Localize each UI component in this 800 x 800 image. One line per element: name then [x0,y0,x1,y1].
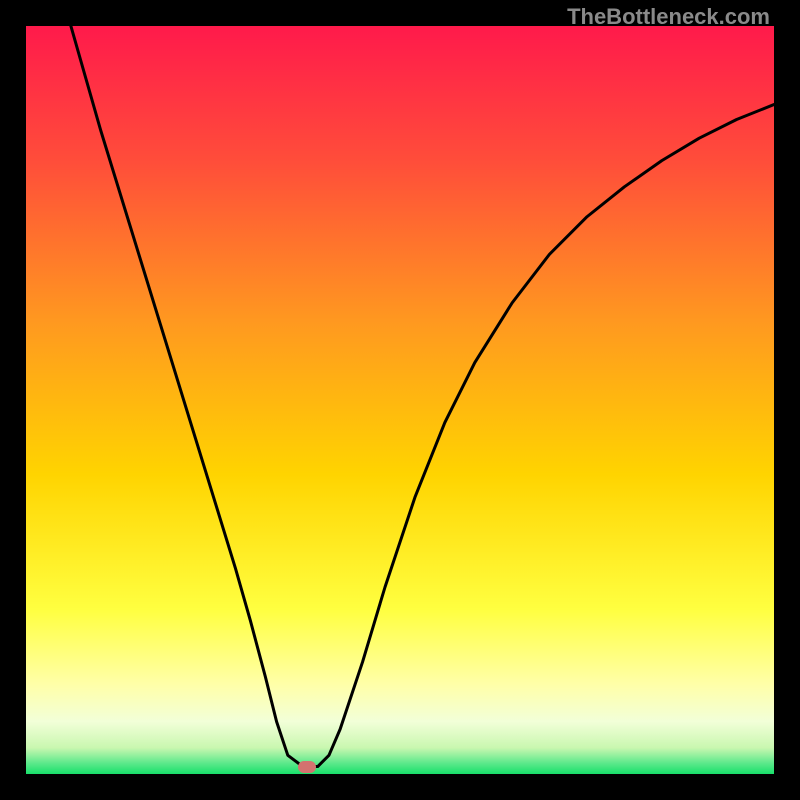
plot-area [26,26,774,774]
chart-frame: TheBottleneck.com [0,0,800,800]
watermark-text: TheBottleneck.com [567,4,770,30]
bottleneck-curve [26,26,774,774]
optimal-point-marker [298,761,316,773]
